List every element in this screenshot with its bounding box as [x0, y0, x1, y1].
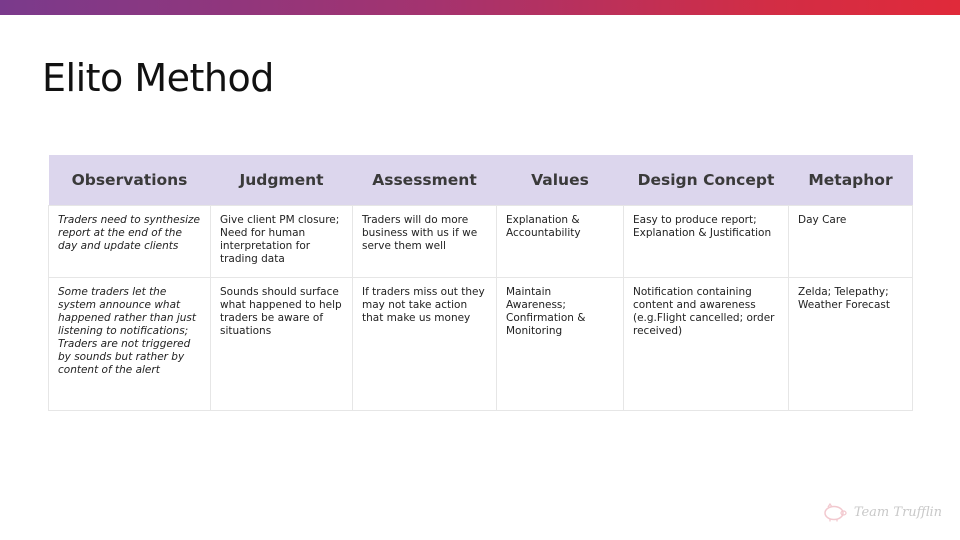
logo-text: Team Trufflin: [853, 504, 942, 520]
header-metaphor: Metaphor: [788, 155, 913, 206]
slide-title: Elito Method: [42, 56, 274, 100]
cell-text: Traders will do more business with us if…: [362, 214, 478, 252]
cell-values: Maintain Awareness; Confirmation & Monit…: [496, 277, 624, 411]
cell-observations: Traders need to synthesize report at the…: [48, 205, 211, 278]
cell-text: Easy to produce report; Explanation & Ju…: [633, 214, 772, 239]
header-assessment: Assessment: [352, 155, 497, 206]
table-row: Traders need to synthesize report at the…: [48, 205, 913, 278]
table-row: Some traders let the system announce wha…: [48, 277, 913, 411]
cell-judgment: Give client PM closure; Need for human i…: [210, 205, 353, 278]
cell-text: If traders miss out they may not take ac…: [362, 286, 485, 324]
cell-text: Explanation & Accountability: [506, 214, 581, 239]
header-values: Values: [496, 155, 624, 206]
table-header-row: Observations Judgment Assessment Values …: [48, 155, 913, 206]
cell-judgment: Sounds should surface what happened to h…: [210, 277, 353, 411]
header-observations: Observations: [48, 155, 211, 206]
top-gradient-bar: [0, 0, 960, 15]
cell-assessment: If traders miss out they may not take ac…: [352, 277, 497, 411]
cell-text: Give client PM closure; Need for human i…: [220, 214, 340, 265]
elito-method-table: Observations Judgment Assessment Values …: [48, 155, 913, 411]
cell-text: Day Care: [798, 214, 847, 226]
cell-text: Some traders let the system announce wha…: [58, 286, 196, 376]
team-logo: Team Trufflin: [822, 502, 942, 522]
cell-text: Zelda; Telepathy; Weather Forecast: [798, 286, 890, 311]
cell-design-concept: Easy to produce report; Explanation & Ju…: [623, 205, 789, 278]
cell-assessment: Traders will do more business with us if…: [352, 205, 497, 278]
cell-values: Explanation & Accountability: [496, 205, 624, 278]
cell-text: Maintain Awareness; Confirmation & Monit…: [506, 286, 586, 337]
header-judgment: Judgment: [210, 155, 353, 206]
pig-icon: [822, 502, 848, 522]
header-design-concept: Design Concept: [623, 155, 789, 206]
cell-text: Sounds should surface what happened to h…: [220, 286, 342, 337]
cell-metaphor: Zelda; Telepathy; Weather Forecast: [788, 277, 913, 411]
cell-text: Notification containing content and awar…: [633, 286, 775, 337]
cell-metaphor: Day Care: [788, 205, 913, 278]
cell-text: Traders need to synthesize report at the…: [58, 214, 200, 252]
cell-design-concept: Notification containing content and awar…: [623, 277, 789, 411]
cell-observations: Some traders let the system announce wha…: [48, 277, 211, 411]
